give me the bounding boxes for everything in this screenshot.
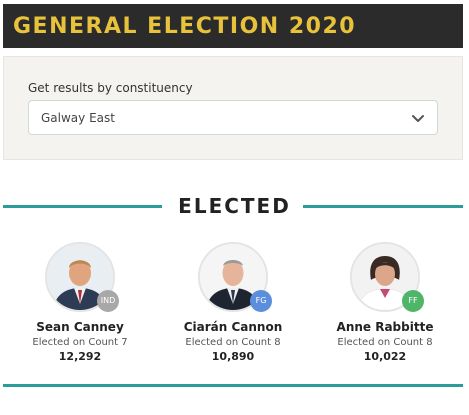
page-title: GENERAL ELECTION 2020: [13, 13, 357, 39]
candidate-votes: 10,890: [211, 350, 255, 363]
constituency-filter-panel: Get results by constituency Galway East: [3, 56, 463, 160]
candidate-votes: 12,292: [58, 350, 102, 363]
candidate-card[interactable]: IND Sean Canney Elected on Count 7 12,29…: [15, 242, 145, 363]
bottom-divider: [3, 384, 463, 387]
avatar: IND: [45, 242, 119, 312]
candidate-name: Sean Canney: [36, 320, 124, 334]
candidate-name: Ciarán Cannon: [183, 320, 283, 334]
candidate-name: Anne Rabbitte: [336, 320, 434, 334]
candidate-card[interactable]: FG Ciarán Cannon Elected on Count 8 10,8…: [168, 242, 298, 363]
section-title: ELECTED: [178, 194, 291, 218]
candidate-votes: 10,022: [363, 350, 407, 363]
candidate-status: Elected on Count 7: [32, 337, 128, 348]
party-badge: IND: [97, 290, 119, 312]
constituency-select-value: Galway East: [41, 111, 115, 125]
avatar: FF: [350, 242, 424, 312]
page-header: GENERAL ELECTION 2020: [3, 4, 463, 48]
candidate-card[interactable]: FF Anne Rabbitte Elected on Count 8 10,0…: [320, 242, 450, 363]
filter-label: Get results by constituency: [28, 81, 193, 95]
party-badge: FF: [402, 290, 424, 312]
candidate-status: Elected on Count 8: [185, 337, 281, 348]
party-badge: FG: [250, 290, 272, 312]
avatar: FG: [198, 242, 272, 312]
constituency-select[interactable]: Galway East: [28, 100, 438, 135]
candidate-status: Elected on Count 8: [337, 337, 433, 348]
chevron-down-icon: [411, 111, 425, 125]
